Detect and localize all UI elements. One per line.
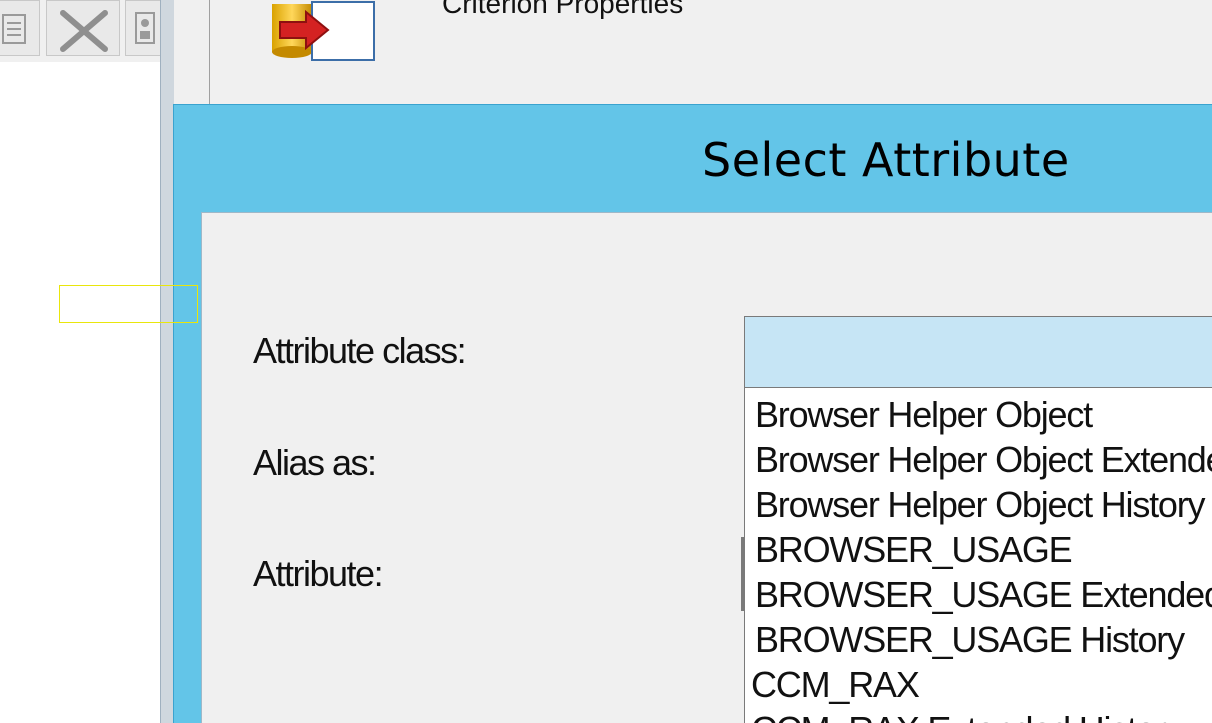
criterion-properties-title: Criterion Properties	[442, 0, 684, 19]
selection-highlight-marker	[59, 285, 198, 323]
dropdown-item[interactable]: Browser Helper Object History	[755, 482, 1206, 527]
alias-as-label: Alias as:	[253, 442, 377, 483]
dropdown-item[interactable]: BROWSER_USAGE History	[755, 617, 1185, 662]
dropdown-item[interactable]: CCM_RAX	[751, 662, 920, 707]
criterion-properties-icon	[272, 0, 376, 64]
background-window	[0, 0, 165, 723]
properties-icon[interactable]	[125, 0, 165, 56]
document-icon[interactable]	[0, 0, 40, 56]
dropdown-item[interactable]: BROWSER_USAGE	[755, 527, 1073, 572]
attribute-class-label: Attribute class:	[253, 330, 467, 371]
toolbar	[0, 0, 165, 62]
delete-x-icon[interactable]	[46, 0, 120, 56]
attribute-class-dropdown-list[interactable]: Browser Helper Object Browser Helper Obj…	[744, 388, 1212, 723]
dropdown-item[interactable]: BROWSER_USAGE Extended	[755, 572, 1212, 617]
criterion-properties-window: Criterion Properties	[210, 0, 1212, 104]
dropdown-item[interactable]: Browser Helper Object	[755, 392, 1093, 437]
panel-divider	[174, 0, 210, 104]
dropdown-item[interactable]: Browser Helper Object Extended	[755, 437, 1212, 482]
dialog-title: Select Attribute	[702, 133, 1070, 187]
attribute-label: Attribute:	[253, 553, 384, 594]
dropdown-item[interactable]: CCM_RAX Extended History	[751, 707, 1184, 723]
attribute-class-combobox[interactable]	[744, 316, 1212, 388]
screen: Criterion Properties Select Attribute At…	[0, 0, 1212, 723]
